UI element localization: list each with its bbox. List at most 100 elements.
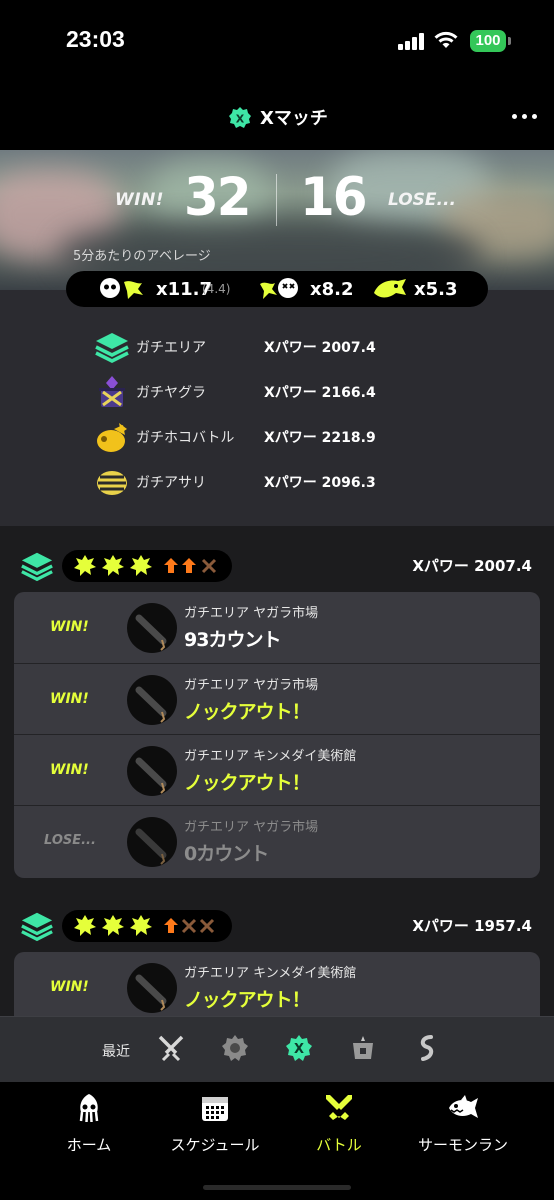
battle-icon [326,1095,352,1120]
calendar-icon [202,1097,228,1121]
match-row[interactable]: LOSE... ガチエリア ヤガラ市場 0カウント [14,805,540,877]
win-count: 32 [184,166,252,228]
match-row[interactable]: WIN! ガチエリア ヤガラ市場 ノックアウト！ [14,663,540,735]
weapon-icon [127,603,177,653]
streak-icons [74,555,217,576]
lose-label: LOSE... [388,190,456,210]
battle-history: Xパワー 2007.4 WIN! ガチエリア ヤガラ市場 93カウント WIN!… [0,526,554,1016]
mode-name: ガチエリア [136,340,206,356]
kill-assist-icon [100,278,143,299]
match-score: 93カウント [184,629,281,651]
special-value: x5.3 [414,279,458,300]
mode-power: Xパワー 2096.3 [264,475,376,491]
mode-row-tower-control: ガチヤグラ Xパワー 2166.4 [94,372,494,412]
match-result: LOSE... [44,833,96,848]
match-row[interactable]: WIN! ガチエリア ヤガラ市場 93カウント [14,592,540,664]
match-result: WIN! [50,979,89,995]
challenge-filter-icon[interactable] [412,1033,442,1063]
match-card: WIN! ガチエリア キンメダイ美術館 ノックアウト！ [14,952,540,1016]
lose-count: 16 [300,166,368,228]
rainmaker-icon [97,423,127,452]
mode-row-splat-zones: ガチエリア Xパワー 2007.4 [94,327,494,367]
battery-icon: 100 [470,30,506,52]
tab-label: ホーム [66,1136,112,1154]
weapon-icon [127,817,177,867]
tab-label: スケジュール [170,1136,260,1154]
splat-zones-icon [95,333,129,363]
tower-control-icon [99,376,125,407]
mode-row-clam-blitz: ガチアサリ Xパワー 2096.3 [94,462,494,502]
tab-home[interactable]: ホーム [24,1092,154,1156]
streak-icons [74,915,215,936]
splat-zones-icon [21,552,53,582]
mode-name: ガチアサリ [136,475,206,491]
group-header: Xパワー 1957.4 [0,904,554,946]
svg-text:X: X [294,1042,304,1057]
death-value: x8.2 [310,279,354,300]
win-label: WIN! [115,190,165,210]
splat-zones-icon [21,912,53,942]
status-time: 23:03 [66,26,125,52]
match-score: 0カウント [184,843,269,865]
tab-battle[interactable]: バトル [274,1092,404,1156]
bottom-tab-bar: ホーム スケジュール バトル サーモンラン [0,1082,554,1200]
mode-name: ガチヤグラ [136,385,206,401]
x-match-filter-icon[interactable]: X [284,1033,314,1063]
weapon-icon [127,963,177,1013]
battle-filter-icon[interactable] [156,1033,186,1063]
match-card: WIN! ガチエリア ヤガラ市場 93カウント WIN! ガチエリア ヤガラ市場… [14,592,540,878]
weapon-icon [127,746,177,796]
group-x-power: Xパワー 2007.4 [412,557,532,575]
average-stats-bar: x11.7 (4.4) x8.2 x5.3 [66,271,488,307]
svg-text:X: X [236,113,245,126]
match-score: ノックアウト！ [184,772,311,794]
weapon-icon [127,675,177,725]
match-mode-stage: ガチエリア キンメダイ美術館 [184,966,357,981]
group-header: Xパワー 2007.4 [0,544,554,586]
more-dots-icon[interactable] [510,114,540,122]
mode-row-rainmaker: ガチホコバトル Xパワー 2218.9 [94,417,494,457]
tab-salmon-run[interactable]: サーモンラン [398,1092,528,1156]
win-lose-streak [62,910,232,942]
wifi-icon [434,31,458,48]
home-indicator[interactable] [203,1185,351,1190]
assist-value: (4.4) [202,282,231,296]
mode-power: Xパワー 2218.9 [264,430,376,446]
cellular-signal-icon [398,33,426,50]
match-result: WIN! [50,762,89,778]
battery-tip [508,37,511,45]
mode-summary: ガチエリア Xパワー 2007.4 ガチヤグラ Xパワー 2166.4 ガチホコ… [0,290,554,526]
tab-schedule[interactable]: スケジュール [150,1092,280,1156]
match-mode-stage: ガチエリア ヤガラ市場 [184,820,319,835]
death-icon [260,278,298,299]
status-bar: 23:03 100 [0,0,554,86]
result-banner: WIN! 32 16 LOSE... 5分あたりのアベレージ [0,150,554,290]
page-title: Xマッチ [260,108,328,129]
match-mode-stage: ガチエリア ヤガラ市場 [184,678,319,693]
filter-label: 最近 [102,1044,130,1060]
match-mode-stage: ガチエリア ヤガラ市場 [184,606,319,621]
match-mode-stage: ガチエリア キンメダイ美術館 [184,749,357,764]
match-score: ノックアウト！ [184,701,311,723]
regular-filter-icon[interactable] [220,1033,250,1063]
clam-blitz-icon [97,471,127,495]
special-icon [374,279,406,298]
private-filter-icon[interactable] [348,1033,378,1063]
match-result: WIN! [50,691,89,707]
mode-power: Xパワー 2166.4 [264,385,376,401]
match-row[interactable]: WIN! ガチエリア キンメダイ美術館 ノックアウト！ [14,952,540,1016]
tab-label: サーモンラン [417,1136,508,1154]
salmon-icon [449,1095,478,1118]
match-row[interactable]: WIN! ガチエリア キンメダイ美術館 ノックアウト！ [14,734,540,806]
nav-header: X Xマッチ [0,86,554,150]
x-match-icon: X [229,107,251,128]
match-result: WIN! [50,619,89,635]
mode-filter-bar: 最近 X [0,1016,554,1082]
win-lose-streak [62,550,232,582]
match-score: ノックアウト！ [184,989,311,1011]
average-label: 5分あたりのアベレージ [73,249,211,264]
group-x-power: Xパワー 1957.4 [412,917,532,935]
mode-power: Xパワー 2007.4 [264,340,376,356]
squid-home-icon [79,1094,99,1123]
score-divider [276,174,277,226]
